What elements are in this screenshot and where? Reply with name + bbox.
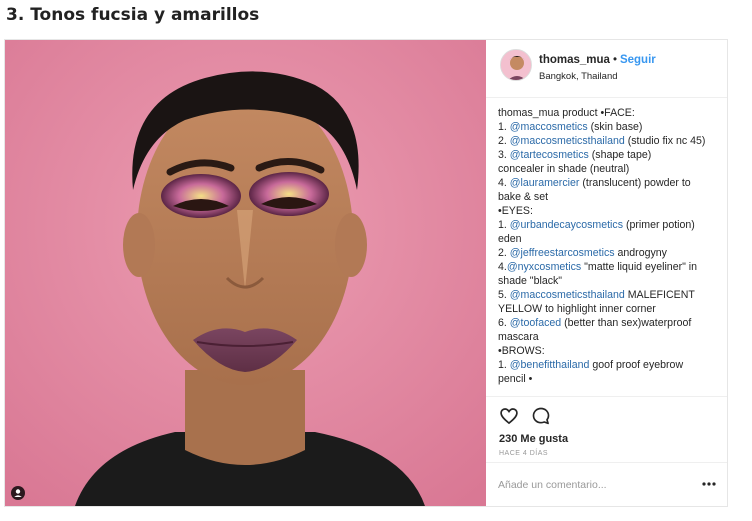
mention-link[interactable]: @maccosmeticsthailand: [510, 135, 625, 147]
header-line: thomas_mua • Seguir: [539, 54, 656, 66]
caption-text: (studio fix nc 45): [624, 135, 706, 147]
caption-text: (primer potion): [623, 219, 695, 231]
caption-text: YELLOW to highlight inner corner: [498, 303, 656, 315]
caption-text: 2.: [498, 247, 510, 259]
post-time[interactable]: HACE 4 DÍAS: [499, 450, 548, 457]
caption-text: concealer in shade (neutral): [498, 163, 630, 175]
caption-text: 3.: [498, 149, 510, 161]
mention-link[interactable]: @benefitthailand: [510, 359, 590, 371]
mention-link[interactable]: @maccosmeticsthailand: [510, 289, 625, 301]
username-link[interactable]: thomas_mua: [539, 54, 610, 66]
caption-text: 5.: [498, 289, 510, 301]
location-link[interactable]: Bangkok, Thailand: [539, 71, 618, 82]
caption-text: MALEFICENT: [624, 289, 695, 301]
caption-line: 1. @benefitthailand goof proof eyebrow: [498, 358, 720, 372]
mention-link[interactable]: @urbandecaycosmetics: [510, 219, 623, 231]
caption-username-link[interactable]: thomas_mua: [498, 107, 559, 119]
caption-line: •BROWS:: [498, 344, 720, 358]
caption-text: (skin base): [587, 121, 643, 133]
caption-line: 3. @tartecosmetics (shape tape): [498, 148, 720, 162]
caption-text: 4.: [498, 177, 510, 189]
user-tag-icon[interactable]: [11, 486, 25, 500]
caption-line: shade "black": [498, 274, 720, 288]
comment-input[interactable]: [498, 477, 678, 493]
portrait-illustration: [5, 40, 486, 506]
heart-icon[interactable]: [499, 406, 519, 426]
caption-line: 4. @lauramercier (translucent) powder to: [498, 176, 720, 190]
caption-line: pencil •: [498, 372, 720, 386]
article-heading: 3. Tonos fucsia y amarillos: [6, 5, 260, 25]
mention-link[interactable]: @toofaced: [510, 317, 561, 329]
caption-line: concealer in shade (neutral): [498, 162, 720, 176]
caption-line: 2. @jeffreestarcosmetics androgyny: [498, 246, 720, 260]
avatar[interactable]: [500, 49, 532, 81]
mention-link[interactable]: @tartecosmetics: [510, 149, 589, 161]
caption-text: goof proof eyebrow: [589, 359, 684, 371]
follow-button[interactable]: Seguir: [620, 54, 656, 66]
caption-line: YELLOW to highlight inner corner: [498, 302, 720, 316]
caption-text: 4.: [498, 261, 507, 273]
caption-text: mascara: [498, 331, 539, 343]
mention-link[interactable]: @jeffreestarcosmetics: [510, 247, 615, 259]
caption-text: 1.: [498, 359, 510, 371]
post-header: thomas_mua • Seguir Bangkok, Thailand: [486, 40, 727, 98]
separator-dot: •: [612, 54, 617, 66]
caption-line: 4.@nyxcosmetics "matte liquid eyeliner" …: [498, 260, 720, 274]
mention-link[interactable]: @maccosmetics: [510, 121, 588, 133]
caption-line: bake & set: [498, 190, 720, 204]
post-photo[interactable]: [5, 40, 486, 506]
comment-bar: [486, 462, 727, 506]
caption-line: thomas_mua product •FACE:: [498, 106, 720, 120]
caption-line: eden: [498, 232, 720, 246]
more-options-icon[interactable]: [700, 477, 718, 491]
mention-link[interactable]: @lauramercier: [510, 177, 580, 189]
caption-text: pencil •: [498, 373, 533, 385]
caption-text: bake & set: [498, 191, 549, 203]
caption-line: 1. @urbandecaycosmetics (primer potion): [498, 218, 720, 232]
caption-text: product •FACE:: [559, 107, 635, 119]
caption-line: 6. @toofaced (better than sex)waterproof: [498, 316, 720, 330]
caption-line: 1. @maccosmetics (skin base): [498, 120, 720, 134]
caption-text: •EYES:: [498, 205, 533, 217]
caption-text: 2.: [498, 135, 510, 147]
caption-text: 1.: [498, 219, 510, 231]
caption-text: 6.: [498, 317, 510, 329]
instagram-embed: thomas_mua • Seguir Bangkok, Thailand thom…: [4, 39, 728, 507]
post-actions: 230 Me gusta HACE 4 DÍAS: [486, 396, 727, 462]
caption-line: 5. @maccosmeticsthailand MALEFICENT: [498, 288, 720, 302]
likes-count[interactable]: 230 Me gusta: [499, 433, 568, 445]
caption-line: 2. @maccosmeticsthailand (studio fix nc …: [498, 134, 720, 148]
caption: thomas_mua product •FACE: 1. @maccosmetic…: [498, 106, 720, 396]
caption-text: (better than sex)waterproof: [561, 317, 692, 329]
caption-text: shade "black": [498, 275, 563, 287]
caption-text: androgyny: [614, 247, 667, 259]
caption-text: (shape tape): [588, 149, 652, 161]
caption-text: •BROWS:: [498, 345, 545, 357]
caption-line: mascara: [498, 330, 720, 344]
caption-text: eden: [498, 233, 522, 245]
caption-line: •EYES:: [498, 204, 720, 218]
caption-text: "matte liquid eyeliner" in: [581, 261, 698, 273]
post-sidebar: thomas_mua • Seguir Bangkok, Thailand thom…: [486, 40, 727, 506]
comment-icon[interactable]: [531, 406, 551, 426]
mention-link[interactable]: @nyxcosmetics: [507, 261, 581, 273]
caption-text: 1.: [498, 121, 510, 133]
caption-text: (translucent) powder to: [579, 177, 691, 189]
caption-fade: [498, 386, 720, 396]
